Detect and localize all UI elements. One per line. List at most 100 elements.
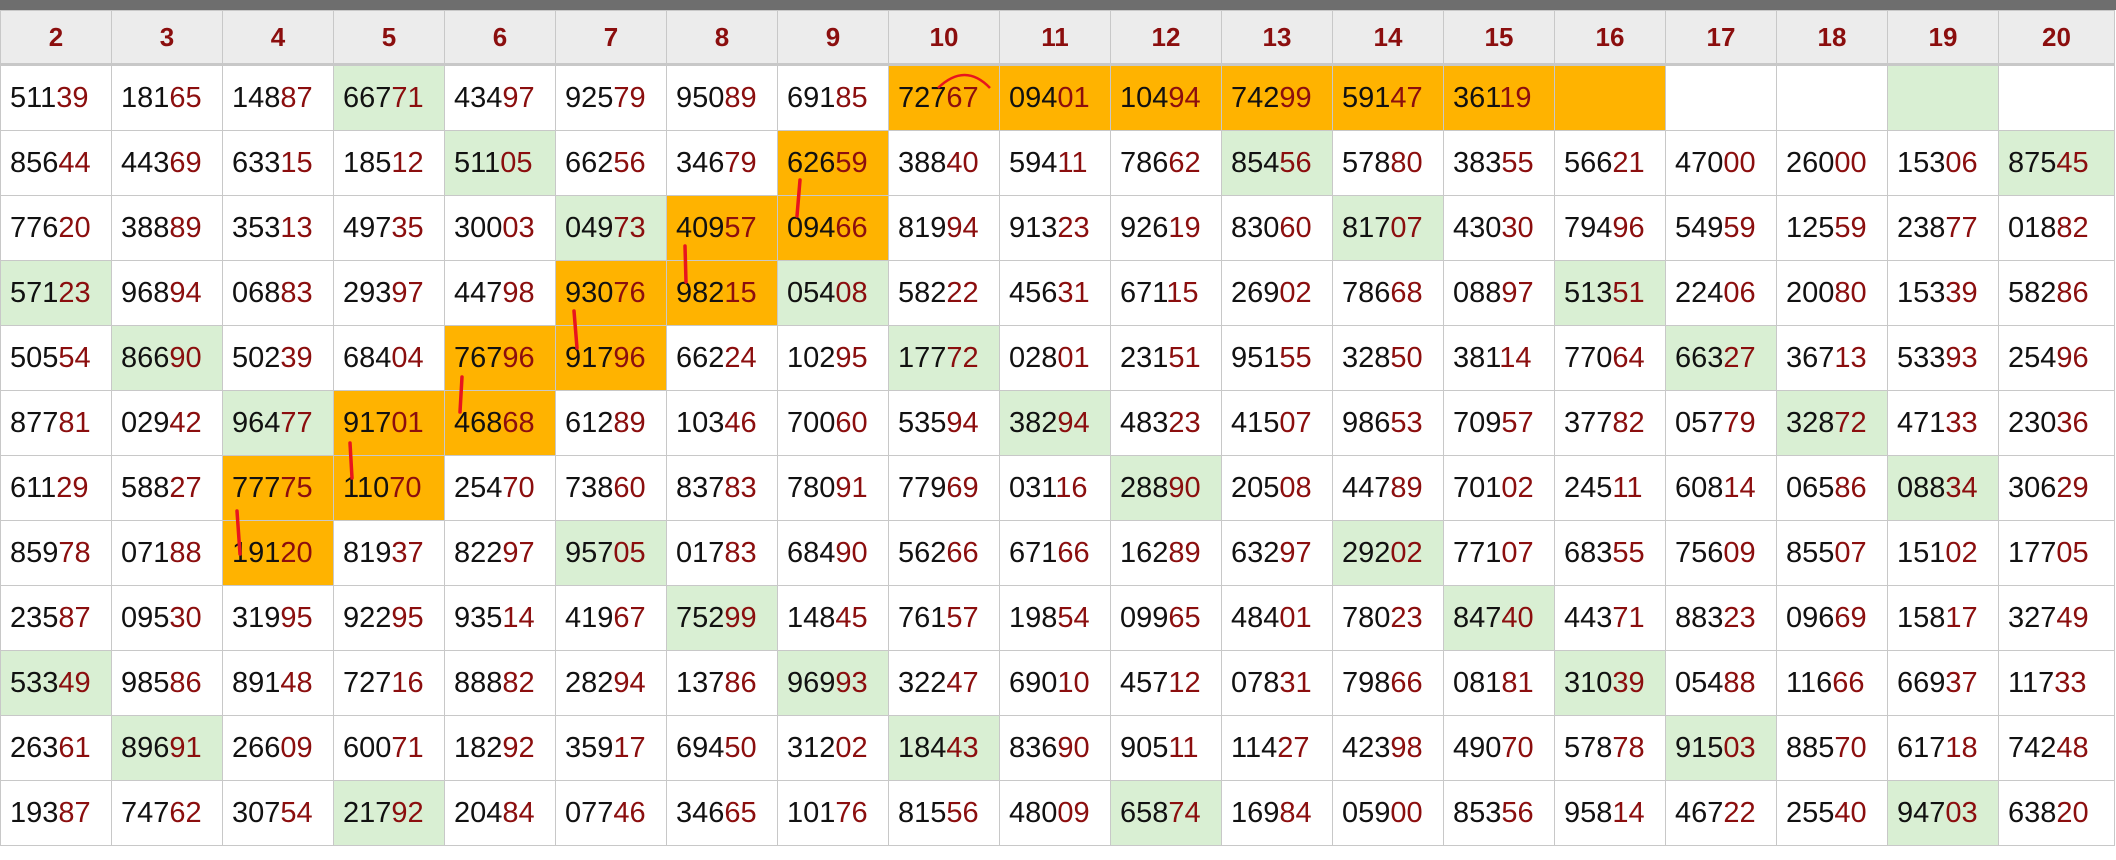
number-tail-digits: 62 <box>169 796 202 829</box>
number-cell: 66937 <box>1887 650 1999 716</box>
number-cell: 62659 <box>777 130 889 196</box>
number-head-digits: 110 <box>343 471 390 504</box>
number-tail-digits: 46 <box>724 406 757 439</box>
number-tail-digits: 70 <box>389 471 422 504</box>
number-tail-digits: 97 <box>502 81 535 114</box>
number-head-digits: 866 <box>121 341 170 374</box>
number-cell: 15817 <box>1887 585 1999 651</box>
number-head-digits: 224 <box>1675 276 1724 309</box>
number-tail-digits: 89 <box>613 406 646 439</box>
number-cell: 20484 <box>444 780 556 846</box>
number-head-digits: 777 <box>232 471 281 504</box>
number-tail-digits: 84 <box>502 796 535 829</box>
number-head-digits: 617 <box>1897 731 1946 764</box>
number-tail-digits: 22 <box>1723 796 1756 829</box>
number-tail-digits: 72 <box>946 341 979 374</box>
column-header-18: 18 <box>1776 10 1888 66</box>
number-tail-digits: 03 <box>1945 796 1978 829</box>
number-head-digits: 282 <box>565 666 614 699</box>
number-cell: 77969 <box>888 455 1000 521</box>
number-tail-digits: 17 <box>1945 601 1978 634</box>
number-tail-digits: 23 <box>58 276 91 309</box>
number-head-digits: 535 <box>898 406 947 439</box>
number-tail-digits: 09 <box>280 731 313 764</box>
number-head-digits: 600 <box>343 731 392 764</box>
number-cell: 54959 <box>1665 195 1777 261</box>
number-cell: 08834 <box>1887 455 1999 521</box>
number-cell: 08181 <box>1443 650 1555 716</box>
number-head-digits: 457 <box>1120 666 1169 699</box>
number-head-digits: 836 <box>1009 731 1058 764</box>
number-tail-digits: 60 <box>1279 211 1312 244</box>
number-tail-digits: 96 <box>2056 341 2089 374</box>
number-head-digits: 626 <box>787 146 836 179</box>
number-cell: 01783 <box>666 520 778 586</box>
number-cell: 66771 <box>333 64 445 131</box>
column-header-17: 17 <box>1665 10 1777 66</box>
number-head-digits: 883 <box>1675 601 1724 634</box>
number-head-digits: 065 <box>1786 471 1835 504</box>
number-head-digits: 742 <box>2008 731 2057 764</box>
number-cell: 43497 <box>444 64 556 131</box>
number-cell: 18443 <box>888 715 1000 781</box>
number-tail-digits: 08 <box>1279 471 1312 504</box>
number-tail-digits: 15 <box>1166 276 1199 309</box>
number-head-digits: 727 <box>898 81 947 114</box>
number-tail-digits: 89 <box>1390 471 1423 504</box>
number-tail-digits: 50 <box>724 731 757 764</box>
number-tail-digits: 88 <box>169 536 202 569</box>
number-cell: 74299 <box>1221 64 1333 131</box>
number-cell: 19854 <box>999 585 1111 651</box>
number-head-digits: 786 <box>1342 276 1391 309</box>
number-head-digits: 158 <box>1897 601 1946 634</box>
number-tail-digits: 81 <box>1501 666 1534 699</box>
number-tail-digits: 99 <box>1279 81 1312 114</box>
number-tail-digits: 68 <box>1390 276 1423 309</box>
number-tail-digits: 69 <box>1834 601 1867 634</box>
number-tail-digits: 79 <box>1723 406 1756 439</box>
number-head-digits: 104 <box>1120 81 1169 114</box>
number-head-digits: 761 <box>898 601 947 634</box>
number-cell: 74762 <box>111 780 223 846</box>
table-row: 26361 89691 26609 60071 18292 35917 69450 31202… <box>0 715 2115 781</box>
number-cell <box>1776 64 1888 131</box>
number-tail-digits: 66 <box>1390 666 1423 699</box>
number-tail-digits: 96 <box>1612 211 1645 244</box>
number-head-digits: 327 <box>2008 601 2057 634</box>
number-cell: 92579 <box>555 64 667 131</box>
number-tail-digits: 57 <box>1501 406 1534 439</box>
column-header-15: 15 <box>1443 10 1555 66</box>
number-head-digits: 770 <box>1564 341 1613 374</box>
number-tail-digits: 44 <box>58 146 91 179</box>
number-tail-digits: 61 <box>58 731 91 764</box>
number-cell: 02942 <box>111 390 223 456</box>
number-cell: 59147 <box>1332 64 1444 131</box>
number-cell: 25470 <box>444 455 556 521</box>
number-tail-digits: 12 <box>1168 666 1201 699</box>
number-cell: 66256 <box>555 130 667 196</box>
number-head-digits: 905 <box>1120 731 1169 764</box>
number-tail-digits: 98 <box>502 276 535 309</box>
number-tail-digits: 40 <box>1501 601 1534 634</box>
number-cell: 58222 <box>888 260 1000 326</box>
number-head-digits: 662 <box>676 341 725 374</box>
number-head-digits: 888 <box>454 666 503 699</box>
number-cell: 10494 <box>1110 64 1222 131</box>
number-cell: 67166 <box>999 520 1111 586</box>
column-header-13: 13 <box>1221 10 1333 66</box>
number-cell: 29202 <box>1332 520 1444 586</box>
number-cell: 73860 <box>555 455 667 521</box>
number-tail-digits: 29 <box>56 471 89 504</box>
number-cell: 01882 <box>1998 195 2115 261</box>
number-cell: 72767 <box>888 64 1000 131</box>
number-head-digits: 177 <box>2008 536 2057 569</box>
number-head-digits: 153 <box>1897 146 1946 179</box>
number-tail-digits: 05 <box>613 536 646 569</box>
number-cell: 23151 <box>1110 325 1222 391</box>
number-cell: 70060 <box>777 390 889 456</box>
number-cell: 13786 <box>666 650 778 716</box>
number-cell: 46722 <box>1665 780 1777 846</box>
number-head-digits: 467 <box>1675 796 1724 829</box>
number-cell: 86690 <box>111 325 223 391</box>
number-cell: 20080 <box>1776 260 1888 326</box>
